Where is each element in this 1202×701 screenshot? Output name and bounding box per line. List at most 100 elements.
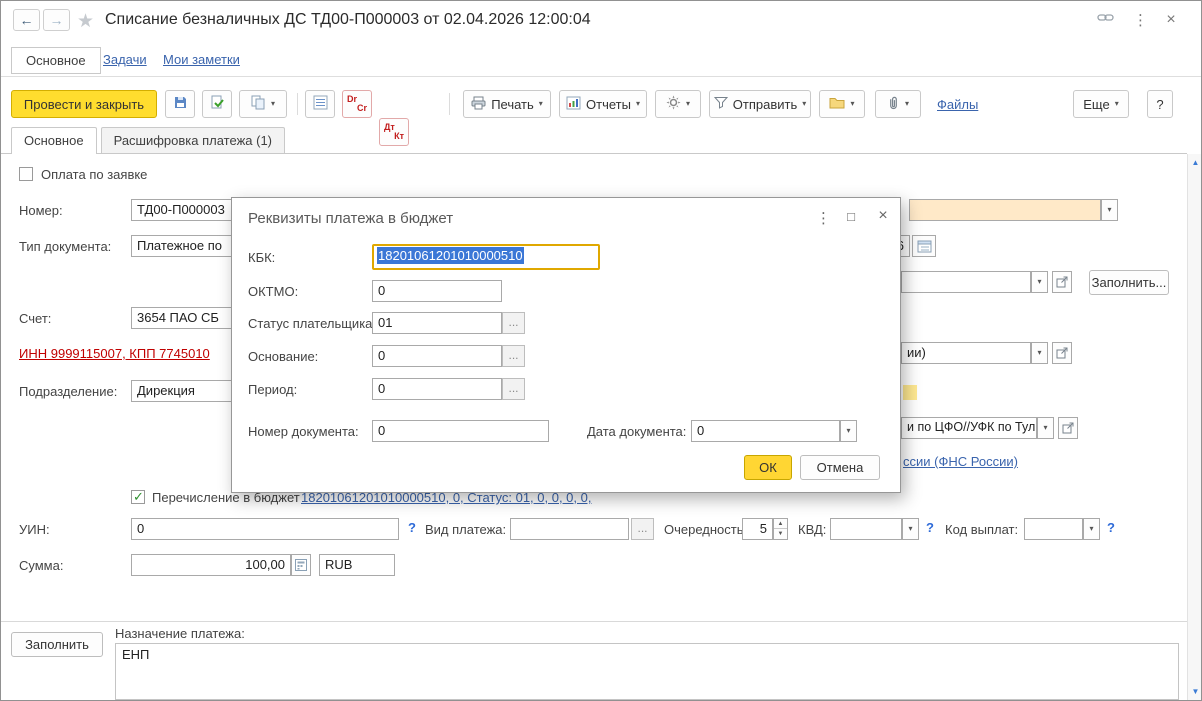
register-list-icon — [313, 95, 328, 113]
drcr-button[interactable]: Dr Cr — [342, 90, 372, 118]
titlebar: ← → ★ Списание безналичных ДС ТД00-П0000… — [1, 1, 1201, 43]
cancel-button[interactable]: Отмена — [800, 455, 880, 480]
spin-up-icon[interactable]: ▲ — [774, 519, 787, 529]
fill-requisites-button[interactable]: Заполнить... — [1089, 270, 1169, 295]
uin-field[interactable]: 0 — [131, 518, 399, 540]
folder-button[interactable]: ▾ — [819, 90, 865, 118]
pay-by-request-checkbox[interactable] — [19, 167, 33, 181]
recipient-combo-field[interactable] — [909, 199, 1101, 221]
pay-by-request-label: Оплата по заявке — [41, 167, 147, 182]
dropdown-icon[interactable]: ▾ — [902, 518, 919, 540]
close-icon[interactable]: × — [1163, 11, 1179, 29]
gear-icon — [666, 95, 681, 113]
spin-down-icon[interactable]: ▼ — [774, 529, 787, 539]
dropdown-icon[interactable]: ▾ — [1083, 518, 1100, 540]
attachments-button[interactable]: ▾ — [875, 90, 921, 118]
kbk-selected-text: 18201061201010000510 — [377, 247, 524, 264]
payout-code-field[interactable] — [1024, 518, 1083, 540]
dialog-close-icon[interactable]: × — [876, 207, 890, 225]
help-button[interactable]: ? — [1147, 90, 1173, 118]
budget-requisites-dialog: Реквизиты платежа в бюджет ⋮ □ × КБК: 18… — [231, 197, 901, 493]
settings-button[interactable]: ▾ — [655, 90, 701, 118]
scroll-up-icon[interactable]: ▲ — [1188, 156, 1202, 170]
payer-status-field[interactable]: 01 — [372, 312, 502, 334]
amount-field[interactable]: 100,00 — [131, 554, 291, 576]
payment-kind-field[interactable] — [510, 518, 629, 540]
period-ellipsis-button[interactable]: ... — [502, 378, 525, 400]
dropdown-icon[interactable]: ▾ — [1031, 271, 1048, 293]
register-records-button[interactable] — [305, 90, 335, 118]
period-label: Период: — [248, 382, 297, 397]
treasury-account-field[interactable]: и по ЦФО//УФК по Тульско — [901, 417, 1037, 439]
period-field[interactable]: 0 — [372, 378, 502, 400]
open-icon[interactable] — [1052, 271, 1072, 293]
post-and-close-button[interactable]: Провести и закрыть — [11, 90, 157, 118]
purpose-textarea[interactable]: ЕНП — [115, 643, 1179, 700]
purpose-label: Назначение платежа: — [115, 626, 245, 641]
nav-link-tasks[interactable]: Задачи — [103, 52, 147, 67]
dropdown-icon[interactable]: ▾ — [1101, 199, 1118, 221]
favorite-star-icon[interactable]: ★ — [77, 10, 94, 33]
basis-field[interactable]: 0 — [372, 345, 502, 367]
files-link[interactable]: Файлы — [937, 97, 978, 112]
payout-code-help[interactable]: ? — [1107, 520, 1115, 535]
back-button[interactable]: ← — [13, 9, 40, 31]
doc-type-label: Тип документа: — [19, 239, 111, 254]
oktmo-field[interactable]: 0 — [372, 280, 502, 302]
kvd-label: КВД: — [798, 522, 826, 537]
ok-button[interactable]: ОК — [744, 455, 792, 480]
priority-label: Очередность: — [664, 522, 747, 537]
save-button[interactable] — [165, 90, 195, 118]
payer-status-label: Статус плательщика: — [248, 316, 376, 331]
calendar-icon[interactable] — [912, 235, 936, 257]
post-document-button[interactable] — [202, 90, 232, 118]
doc-date-field[interactable]: 0 — [691, 420, 840, 442]
currency-field[interactable]: RUB — [319, 554, 395, 576]
more-actions-button[interactable]: Еще ▾ — [1073, 90, 1129, 118]
budget-transfer-checkbox[interactable] — [131, 490, 145, 504]
dropdown-icon: ▾ — [539, 100, 543, 108]
inn-kpp-link[interactable]: ИНН 9999115007, КПП 7745010 — [19, 346, 210, 361]
open-icon[interactable] — [1058, 417, 1078, 439]
kvd-field[interactable] — [830, 518, 902, 540]
recipient-bank-field[interactable]: ии) — [901, 342, 1031, 364]
fill-purpose-button[interactable]: Заполнить — [11, 632, 103, 657]
reports-button[interactable]: Отчеты ▾ — [559, 90, 647, 118]
uin-label: УИН: — [19, 522, 50, 537]
fns-link[interactable]: ссии (ФНС России) — [903, 454, 1018, 469]
send-button[interactable]: Отправить ▾ — [709, 90, 811, 118]
window-title: Списание безналичных ДС ТД00-П000003 от … — [105, 11, 591, 29]
open-icon[interactable] — [1052, 342, 1072, 364]
kvd-help[interactable]: ? — [926, 520, 934, 535]
payer-status-ellipsis-button[interactable]: ... — [502, 312, 525, 334]
create-based-on-button[interactable]: ▾ — [239, 90, 287, 118]
scroll-down-icon[interactable]: ▼ — [1188, 685, 1202, 699]
dropdown-icon[interactable]: ▾ — [1031, 342, 1048, 364]
payment-kind-ellipsis-button[interactable]: ... — [631, 518, 654, 540]
dropdown-icon: ▾ — [636, 100, 640, 108]
contract-field[interactable] — [901, 271, 1031, 293]
dropdown-icon: ▾ — [905, 100, 909, 108]
tab-payment-breakdown[interactable]: Расшифровка платежа (1) — [101, 127, 285, 153]
oktmo-label: ОКТМО: — [248, 284, 298, 299]
forward-button[interactable]: → — [43, 9, 70, 31]
dropdown-icon[interactable]: ▾ — [1037, 417, 1054, 439]
dialog-more-icon[interactable]: ⋮ — [816, 209, 828, 227]
dialog-maximize-icon[interactable]: □ — [844, 209, 858, 224]
link-icon[interactable] — [1095, 11, 1115, 26]
more-menu-icon[interactable]: ⋮ — [1133, 11, 1147, 29]
priority-field[interactable]: 5 — [742, 518, 773, 540]
nav-link-notes[interactable]: Мои заметки — [163, 52, 240, 67]
department-label: Подразделение: — [19, 384, 117, 399]
uin-help[interactable]: ? — [408, 520, 416, 535]
doc-number-field[interactable]: 0 — [372, 420, 549, 442]
tab-main[interactable]: Основное — [11, 127, 97, 153]
nav-section-main[interactable]: Основное — [11, 47, 101, 74]
dropdown-icon[interactable]: ▾ — [840, 420, 857, 442]
vertical-scrollbar[interactable]: ▲ ▼ — [1187, 154, 1202, 701]
kbk-field[interactable]: 18201061201010000510 — [372, 244, 600, 270]
print-button[interactable]: Печать ▾ — [463, 90, 551, 118]
basis-ellipsis-button[interactable]: ... — [502, 345, 525, 367]
priority-stepper[interactable]: ▲ ▼ — [773, 518, 788, 540]
calculator-icon[interactable] — [291, 554, 311, 576]
